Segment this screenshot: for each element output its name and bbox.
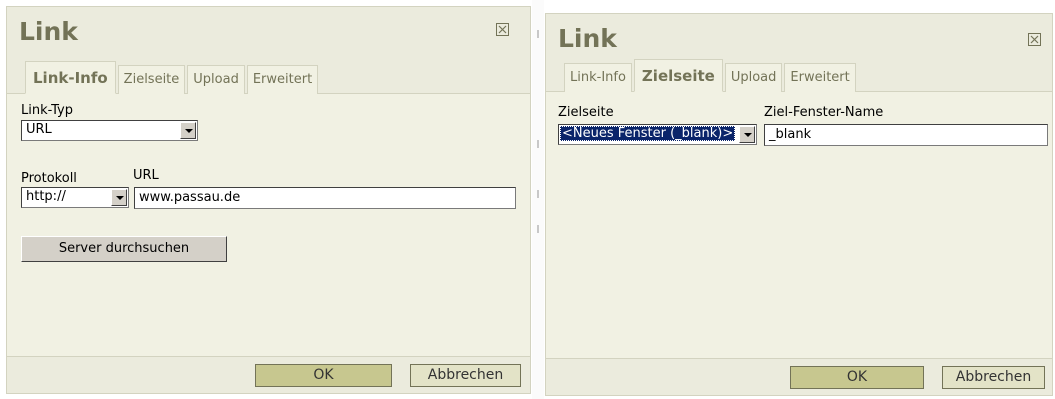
dialog-title: Link <box>558 24 617 53</box>
chevron-down-icon[interactable] <box>739 126 755 143</box>
link-dialog-link-info: Link Link-Info Zielseite Upload Erweiter… <box>6 6 531 394</box>
tab-erweitert[interactable]: Erweitert <box>246 65 319 94</box>
link-type-label: Link-Typ <box>21 103 73 118</box>
cancel-button[interactable]: Abbrechen <box>942 366 1045 389</box>
ok-button[interactable]: OK <box>790 366 924 389</box>
dialog-header: Link Link-Info Zielseite Upload Erweiter… <box>7 7 530 94</box>
cancel-button[interactable]: Abbrechen <box>410 364 521 387</box>
ok-button[interactable]: OK <box>255 364 392 387</box>
dialog-footer: OK Abbrechen <box>7 356 530 393</box>
tab-link-info[interactable]: Link-Info <box>25 61 116 94</box>
protocol-select[interactable]: http:// <box>21 187 129 208</box>
close-icon[interactable] <box>1028 33 1041 46</box>
background-strip <box>532 0 544 399</box>
target-name-label: Ziel-Fenster-Name <box>764 105 884 120</box>
dialog-header: Link Link-Info Zielseite Upload Erweiter… <box>546 14 1052 92</box>
tab-bar: Link-Info Zielseite Upload Erweitert <box>564 59 858 92</box>
chevron-down-icon[interactable] <box>180 122 196 139</box>
tab-upload[interactable]: Upload <box>724 63 783 92</box>
target-select[interactable]: <Neues Fenster (_blank)> <box>558 124 757 145</box>
link-type-value: URL <box>26 122 52 137</box>
url-input[interactable]: www.passau.de <box>134 187 516 209</box>
tab-link-info[interactable]: Link-Info <box>564 63 632 92</box>
chevron-down-icon[interactable] <box>111 189 127 206</box>
browse-server-button[interactable]: Server durchsuchen <box>21 236 227 262</box>
tab-bar: Link-Info Zielseite Upload Erweitert <box>25 61 320 94</box>
tab-zielseite[interactable]: Zielseite <box>633 59 723 92</box>
target-value: <Neues Fenster (_blank)> <box>560 126 736 141</box>
protocol-label: Protokoll <box>21 171 77 186</box>
protocol-value: http:// <box>26 189 66 204</box>
url-label: URL <box>133 168 159 183</box>
target-label: Zielseite <box>558 105 614 120</box>
tab-upload[interactable]: Upload <box>187 65 245 94</box>
link-type-select[interactable]: URL <box>21 120 198 141</box>
close-icon[interactable] <box>496 23 509 36</box>
link-dialog-zielseite: Link Link-Info Zielseite Upload Erweiter… <box>545 13 1053 396</box>
tab-zielseite[interactable]: Zielseite <box>117 65 186 94</box>
tab-erweitert[interactable]: Erweitert <box>784 63 856 92</box>
target-name-input[interactable]: _blank <box>764 124 1048 146</box>
dialog-footer: OK Abbrechen <box>546 358 1052 395</box>
dialog-title: Link <box>19 17 78 46</box>
